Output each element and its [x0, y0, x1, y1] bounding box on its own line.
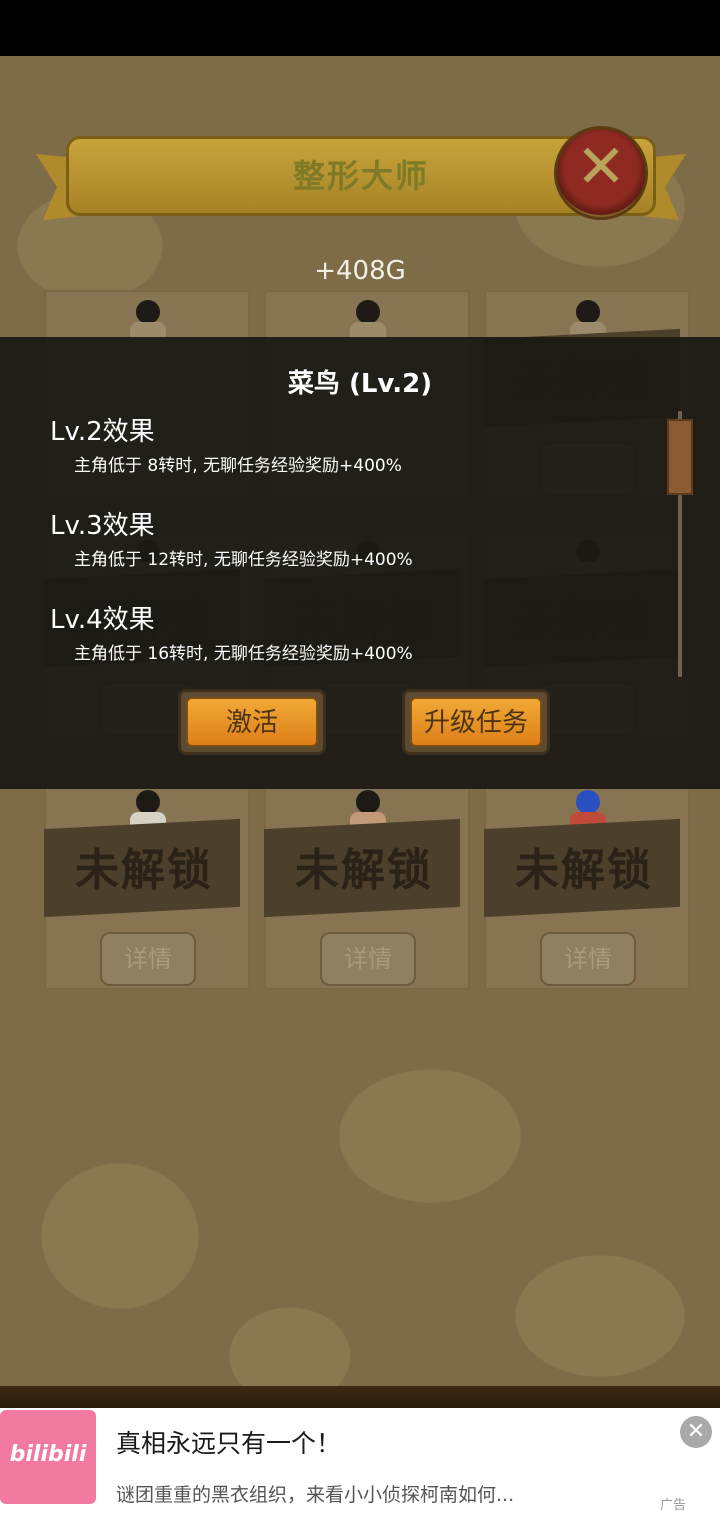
scrollbar-thumb[interactable] — [667, 419, 693, 495]
bottom-strip — [0, 1386, 720, 1408]
detail-button[interactable]: 详情 — [540, 932, 636, 986]
close-button[interactable]: ✕ — [554, 126, 648, 220]
effect-title: Lv.3效果 — [50, 511, 155, 541]
activate-button-label: 激活 — [186, 697, 318, 747]
character-card[interactable]: 未解锁 详情 — [264, 780, 470, 990]
bilibili-logo: bilibili — [0, 1410, 96, 1504]
effect-item: Lv.4效果 主角低于 16转时, 无聊任务经验奖励+400% — [50, 599, 650, 693]
effect-description: 主角低于 12转时, 无聊任务经验奖励+400% — [74, 550, 413, 570]
locked-label: 未解锁 — [515, 845, 653, 896]
effect-item: Lv.3效果 主角低于 12转时, 无聊任务经验奖励+400% — [50, 505, 650, 599]
locked-label: 未解锁 — [295, 845, 433, 896]
ad-close-icon[interactable]: ✕ — [680, 1416, 712, 1448]
effect-description: 主角低于 16转时, 无聊任务经验奖励+400% — [74, 644, 413, 664]
effect-description: 主角低于 8转时, 无聊任务经验奖励+400% — [74, 456, 402, 476]
upgrade-task-button-label: 升级任务 — [410, 697, 542, 747]
skill-detail-modal: 菜鸟 (Lv.2) Lv.2效果 主角低于 8转时, 无聊任务经验奖励+400%… — [0, 337, 720, 789]
ad-description: 谜团重重的黑衣组织，来看小小侦探柯南如何... — [116, 1484, 515, 1506]
character-card[interactable]: 未解锁 详情 — [44, 780, 250, 990]
effect-title: Lv.2效果 — [50, 417, 155, 447]
modal-title: 菜鸟 (Lv.2) — [287, 369, 433, 399]
activate-button[interactable]: 激活 — [178, 689, 326, 755]
detail-button[interactable]: 详情 — [320, 932, 416, 986]
logo-text: bilibili — [9, 1442, 87, 1467]
locked-label: 未解锁 — [75, 845, 213, 896]
detail-button[interactable]: 详情 — [100, 932, 196, 986]
ad-title: 真相永远只有一个！ — [116, 1429, 342, 1458]
ad-tag: 广告 — [660, 1498, 687, 1513]
close-icon: ✕ — [575, 132, 627, 202]
character-card[interactable]: 未解锁 详情 — [484, 780, 690, 990]
effect-item: Lv.2效果 主角低于 8转时, 无聊任务经验奖励+400% — [50, 411, 650, 505]
gold-reward: +408G — [314, 256, 406, 286]
effect-title: Lv.4效果 — [50, 605, 155, 635]
upgrade-task-button[interactable]: 升级任务 — [402, 689, 550, 755]
effects-list[interactable]: Lv.2效果 主角低于 8转时, 无聊任务经验奖励+400% Lv.3效果 主角… — [50, 411, 650, 693]
status-bar — [0, 0, 720, 56]
ad-banner[interactable]: bilibili 真相永远只有一个！ 谜团重重的黑衣组织，来看小小侦探柯南如何.… — [0, 1408, 720, 1520]
